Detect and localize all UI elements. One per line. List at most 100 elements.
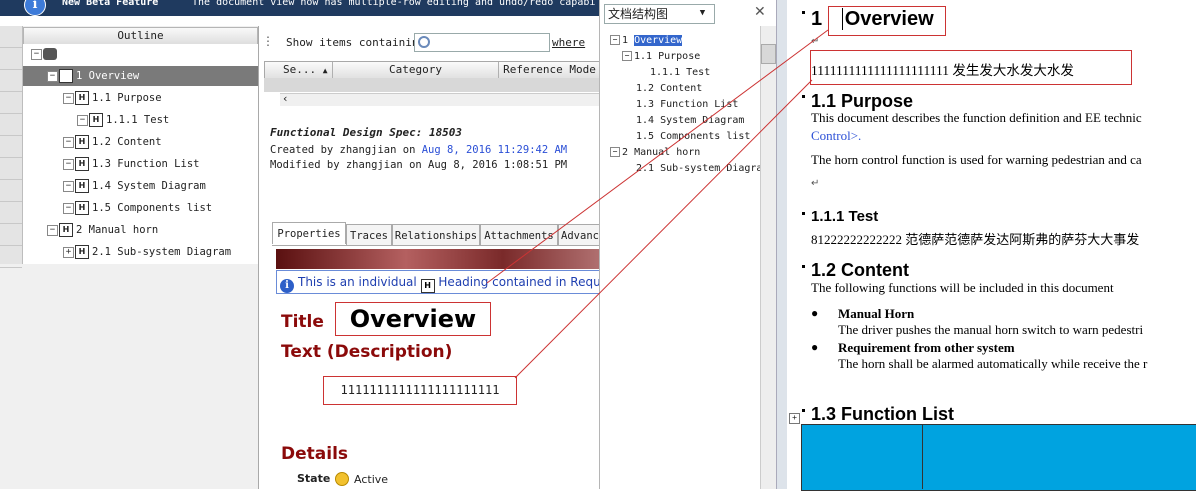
outline-side-strip xyxy=(0,26,23,268)
outline-item-overview[interactable]: − H 1 Overview xyxy=(23,66,258,86)
nav-item-label: Components list xyxy=(660,131,751,142)
heading-1-1[interactable]: 1.1 Purpose xyxy=(811,91,913,112)
column-header-category[interactable]: Category xyxy=(333,62,499,78)
heading-1-3[interactable]: 1.3 Function List xyxy=(811,404,954,425)
outline-item-label: 1.1 Purpose xyxy=(92,92,162,104)
content-text[interactable]: The following functions will be included… xyxy=(811,280,1114,296)
sort-ascending-icon: ▲ xyxy=(322,66,328,75)
purpose-text-c[interactable]: The horn control function is used for wa… xyxy=(811,152,1142,168)
nav-item-manual-horn[interactable]: −2 Manual horn xyxy=(610,146,700,160)
function-list-table[interactable] xyxy=(801,424,1196,491)
collapse-icon[interactable]: − xyxy=(63,92,74,104)
nav-item-label: System Diagram xyxy=(660,115,745,126)
outline-item-function-list[interactable]: − H 1.3 Function List xyxy=(63,154,199,174)
collapse-icon[interactable]: − xyxy=(31,48,42,60)
leaf-icon: − xyxy=(63,136,74,148)
outline-item-purpose[interactable]: − H 1.1 Purpose xyxy=(63,88,162,108)
outline-item-components-list[interactable]: − H 1.5 Components list xyxy=(63,198,212,218)
heading-marker xyxy=(802,95,805,98)
bullet-icon: ● xyxy=(811,340,819,354)
bullet-1-text[interactable]: The driver pushes the manual horn switch… xyxy=(838,322,1143,338)
collapse-panel-icon[interactable]: ⋮ xyxy=(262,34,276,48)
outline-item-label: 1.1.1 Test xyxy=(106,114,170,126)
purpose-text-b[interactable]: Control>. xyxy=(811,128,861,144)
outline-header[interactable]: Outline xyxy=(23,27,258,45)
tab-traces[interactable]: Traces xyxy=(346,224,392,245)
collapse-icon[interactable]: − xyxy=(610,147,620,157)
nav-item-label: Manual horn xyxy=(634,147,701,158)
heading-1-2[interactable]: 1.2 Content xyxy=(811,260,909,281)
outline-item-content[interactable]: − H 1.2 Content xyxy=(63,132,162,152)
tab-properties[interactable]: Properties xyxy=(272,222,346,244)
outline-item-label: 2 Manual horn xyxy=(76,224,159,236)
nav-item-num: 2 xyxy=(622,147,629,158)
dropdown-arrow-icon[interactable]: ▼ xyxy=(696,5,709,22)
test-text[interactable]: 81222222222222 范德萨范德萨发达阿斯弗的萨芬大大事发 xyxy=(811,229,1139,248)
nav-item-num: 2.1 xyxy=(636,163,655,174)
heading-marker xyxy=(802,212,805,215)
outline-root[interactable]: − xyxy=(31,44,57,64)
note-text-1: This is an individual xyxy=(298,275,417,289)
outline-item-label: 1.3 Function List xyxy=(92,158,200,170)
title-value[interactable]: Overview xyxy=(335,302,491,336)
nav-item-purpose[interactable]: −1.1 Purpose xyxy=(622,50,700,64)
beta-banner: i New Beta Feature The document view now… xyxy=(0,0,600,16)
heading-icon: H xyxy=(75,135,89,149)
collapse-icon[interactable]: − xyxy=(622,51,632,61)
collapse-icon[interactable]: − xyxy=(47,70,58,82)
purpose-text-a[interactable]: This document describes the function def… xyxy=(811,110,1142,126)
heading-icon: H xyxy=(75,157,89,171)
callout-box-body xyxy=(810,50,1132,85)
bullet-1-title[interactable]: Manual Horn xyxy=(838,306,914,322)
nav-item-sub-system-diagram[interactable]: 2.1 Sub-system Diagra xyxy=(636,162,760,176)
outline-item-system-diagram[interactable]: − H 1.4 System Diagram xyxy=(63,176,206,196)
bullet-2-text[interactable]: The horn shall be alarmed automatically … xyxy=(838,356,1147,372)
details-label: Details xyxy=(281,444,349,464)
nav-item-function-list[interactable]: 1.3 Function List xyxy=(636,98,738,112)
state-value[interactable]: Active xyxy=(354,473,388,486)
outline-item-sub-system-diagram[interactable]: + H 2.1 Sub-system Diagram xyxy=(63,242,231,262)
items-grid-header: Se... ▲ Category Reference Mode xyxy=(264,61,602,79)
scrollbar-thumb[interactable] xyxy=(761,44,776,64)
collapse-icon[interactable]: − xyxy=(47,224,58,236)
table-move-handle-icon[interactable]: + xyxy=(789,413,800,424)
outline-item-test[interactable]: − H 1.1.1 Test xyxy=(77,110,169,130)
search-input[interactable] xyxy=(414,33,550,52)
collapse-icon[interactable]: − xyxy=(610,35,620,45)
outline-item-label: 1.4 System Diagram xyxy=(92,180,206,192)
scroll-left-icon[interactable]: ‹ xyxy=(282,92,289,105)
column-header-reference-mode[interactable]: Reference Mode xyxy=(498,62,601,78)
heading-icon: H xyxy=(89,113,103,127)
heading-marker xyxy=(802,409,805,412)
search-icon xyxy=(418,36,430,48)
header-banner-image xyxy=(276,249,600,269)
document-modified: Modified by zhangjian on Aug 8, 2016 1:0… xyxy=(270,159,568,171)
nav-item-components-list[interactable]: 1.5 Components list xyxy=(636,130,750,144)
nav-item-num: 1.1 xyxy=(634,51,653,62)
heading-marker xyxy=(802,11,805,14)
vertical-scrollbar[interactable] xyxy=(760,26,776,489)
document-icon xyxy=(43,48,57,60)
close-icon[interactable]: ✕ xyxy=(754,4,766,20)
bullet-2-title[interactable]: Requirement from other system xyxy=(838,340,1015,356)
nav-item-num: 1.4 xyxy=(636,115,655,126)
outline-item-manual-horn[interactable]: − H 2 Manual horn xyxy=(47,220,158,240)
heading-1-1-1[interactable]: 1.1.1 Test xyxy=(811,208,878,225)
nav-item-overview[interactable]: −1 Overview xyxy=(610,34,683,48)
nav-item-content[interactable]: 1.2 Content xyxy=(636,82,702,96)
nav-item-num: 1.1.1 xyxy=(650,67,681,78)
description-value[interactable]: 1111111111111111111111 xyxy=(323,376,517,405)
callout-box-heading xyxy=(828,6,946,36)
tab-relationships[interactable]: Relationships xyxy=(392,224,480,245)
horizontal-scrollbar[interactable] xyxy=(280,93,600,106)
nav-item-test[interactable]: 1.1.1 Test xyxy=(650,66,710,80)
nav-item-system-diagram[interactable]: 1.4 System Diagram xyxy=(636,114,744,128)
where-link[interactable]: where xyxy=(552,36,585,49)
tab-attachments[interactable]: Attachments xyxy=(480,224,558,245)
column-header-sequence[interactable]: Se... ▲ xyxy=(265,62,333,78)
expand-icon[interactable]: + xyxy=(63,246,74,258)
banner-message: The document view now has multiple-row e… xyxy=(192,0,596,8)
tab-advanced[interactable]: Advanc xyxy=(558,224,602,245)
created-date-link[interactable]: Aug 8, 2016 11:29:42 AM xyxy=(422,144,567,156)
items-grid-body[interactable] xyxy=(264,78,600,92)
